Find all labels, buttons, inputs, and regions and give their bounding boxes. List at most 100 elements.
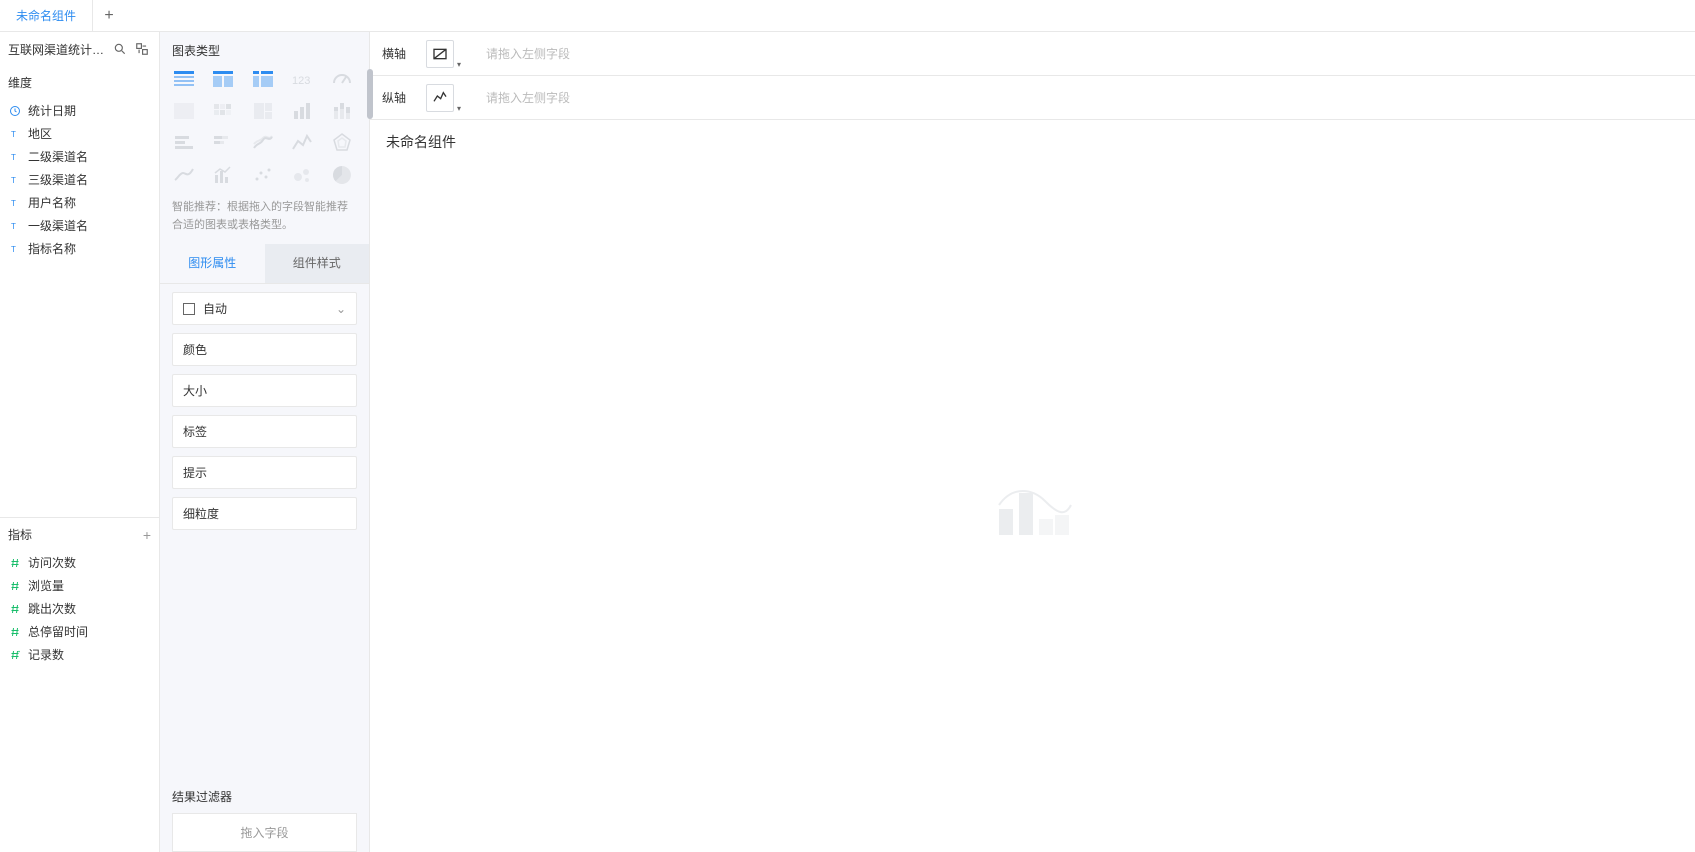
chart-type-bubble[interactable]	[290, 165, 314, 185]
canvas-title[interactable]: 未命名组件	[370, 120, 1695, 164]
chart-type-kpi[interactable]: 123	[290, 69, 314, 89]
metric-item[interactable]: 跳出次数	[0, 597, 159, 620]
prop-color[interactable]: 颜色	[172, 333, 357, 366]
mark-type-label: 自动	[203, 300, 227, 317]
filter-dropzone[interactable]: 拖入字段	[172, 813, 357, 852]
add-metric-button[interactable]: +	[143, 527, 151, 543]
field-label: 访问次数	[28, 554, 76, 571]
chart-type-gauge[interactable]	[330, 69, 354, 89]
dimension-item[interactable]: T 地区	[0, 122, 159, 145]
prop-tooltip[interactable]: 提示	[172, 456, 357, 489]
field-label: 记录数	[28, 646, 64, 663]
search-icon[interactable]	[111, 40, 129, 58]
field-label: 一级渠道名	[28, 217, 88, 234]
field-label: 地区	[28, 125, 52, 142]
hash-icon	[8, 556, 22, 570]
field-label: 二级渠道名	[28, 148, 88, 165]
chart-type-title: 图表类型	[160, 32, 369, 69]
chart-type-description: 智能推荐：根据拖入的字段智能推荐合适的图表或表格类型。	[160, 193, 369, 244]
tab-graphic-attrs[interactable]: 图形属性	[160, 244, 265, 283]
field-label: 三级渠道名	[28, 171, 88, 188]
svg-text:T: T	[11, 153, 16, 162]
tab-component-style[interactable]: 组件样式	[265, 244, 370, 283]
tab-label: 未命名组件	[16, 7, 76, 24]
prop-label[interactable]: 标签	[172, 415, 357, 448]
field-label: 统计日期	[28, 102, 76, 119]
chart-type-table[interactable]	[172, 69, 196, 89]
tab-add-button[interactable]: +	[93, 7, 125, 25]
chart-type-hbar[interactable]	[172, 133, 196, 153]
dimension-list: 统计日期 T 地区 T 二级渠道名 T 三级渠道名 T 用户名称 T 一级渠道名 T 指标名…	[0, 99, 159, 268]
prop-granularity[interactable]: 细粒度	[172, 497, 357, 530]
svg-text:T: T	[11, 176, 16, 185]
x-axis-dropzone[interactable]: 请拖入左侧字段	[478, 39, 1683, 68]
dimension-item[interactable]: T 一级渠道名	[0, 214, 159, 237]
property-body: 自动 ⌄ 颜色 大小 标签 提示 细粒度	[160, 284, 369, 538]
chart-type-bar-stacked[interactable]	[330, 101, 354, 121]
text-icon: T	[8, 242, 22, 256]
svg-text:T: T	[11, 199, 16, 208]
fields-panel: 互联网渠道统计数据 维度 统计日期 T 地区 T 二级渠道名 T 三级渠道名 T 用户名…	[0, 32, 160, 852]
chart-type-hbar-stacked[interactable]	[211, 133, 235, 153]
y-axis-type-button[interactable]: ▾	[426, 84, 454, 112]
hash-star-icon	[8, 648, 22, 662]
chart-type-scrollbar[interactable]	[367, 69, 373, 119]
canvas-panel: 横轴 ▾ 请拖入左侧字段 纵轴 ▾ 请拖入左侧字段 未命名组件	[370, 32, 1695, 852]
metric-list: 访问次数 浏览量 跳出次数 总停留时间 记录数	[0, 551, 159, 674]
chevron-down-icon: ▾	[457, 104, 461, 113]
hash-icon	[8, 579, 22, 593]
dimension-item[interactable]: T 用户名称	[0, 191, 159, 214]
prop-size[interactable]: 大小	[172, 374, 357, 407]
dimension-item[interactable]: 统计日期	[0, 99, 159, 122]
filter-title: 结果过滤器	[172, 788, 357, 805]
chart-type-grid: 123	[160, 69, 369, 193]
chart-type-bar[interactable]	[290, 101, 314, 121]
chart-type-heatmap[interactable]	[211, 101, 235, 121]
chart-type-treemap[interactable]	[251, 101, 275, 121]
chart-type-area[interactable]	[251, 133, 275, 153]
hash-icon	[8, 602, 22, 616]
x-axis-label: 横轴	[382, 45, 418, 62]
metric-item[interactable]: 记录数	[0, 643, 159, 666]
y-axis-dropzone[interactable]: 请拖入左侧字段	[478, 83, 1683, 112]
field-label: 浏览量	[28, 577, 64, 594]
chevron-down-icon: ▾	[457, 60, 461, 69]
svg-text:T: T	[11, 222, 16, 231]
y-axis-row: 纵轴 ▾ 请拖入左侧字段	[370, 76, 1695, 120]
chart-type-table2[interactable]	[211, 69, 235, 89]
svg-text:T: T	[11, 130, 16, 139]
datasource-switch-icon[interactable]	[133, 40, 151, 58]
chevron-down-icon: ⌄	[336, 302, 346, 316]
chart-type-line-area[interactable]	[290, 133, 314, 153]
metric-item[interactable]: 浏览量	[0, 574, 159, 597]
x-axis-type-button[interactable]: ▾	[426, 40, 454, 68]
dimension-header: 维度	[0, 66, 159, 99]
field-label: 用户名称	[28, 194, 76, 211]
field-label: 总停留时间	[28, 623, 88, 640]
metric-item[interactable]: 访问次数	[0, 551, 159, 574]
metric-header: 指标 +	[0, 518, 159, 551]
field-label: 跳出次数	[28, 600, 76, 617]
text-icon: T	[8, 219, 22, 233]
text-icon: T	[8, 173, 22, 187]
chart-type-combo[interactable]	[211, 165, 235, 185]
chart-type-table3[interactable]	[251, 69, 275, 89]
dimension-item[interactable]: T 指标名称	[0, 237, 159, 260]
svg-text:123: 123	[292, 75, 310, 87]
chart-type-scatter[interactable]	[251, 165, 275, 185]
x-axis-row: 横轴 ▾ 请拖入左侧字段	[370, 32, 1695, 76]
chart-type-line[interactable]	[172, 165, 196, 185]
chart-type-radar[interactable]	[330, 133, 354, 153]
chart-type-pie[interactable]	[330, 165, 354, 185]
datasource-name: 互联网渠道统计数据	[8, 41, 107, 58]
text-icon: T	[8, 196, 22, 210]
chart-type-pivot[interactable]	[172, 101, 196, 121]
metric-item[interactable]: 总停留时间	[0, 620, 159, 643]
dimension-item[interactable]: T 三级渠道名	[0, 168, 159, 191]
clock-icon	[8, 104, 22, 118]
tab-active[interactable]: 未命名组件	[0, 0, 93, 32]
dimension-item[interactable]: T 二级渠道名	[0, 145, 159, 168]
text-icon: T	[8, 150, 22, 164]
field-label: 指标名称	[28, 240, 76, 257]
mark-type-select[interactable]: 自动 ⌄	[172, 292, 357, 325]
